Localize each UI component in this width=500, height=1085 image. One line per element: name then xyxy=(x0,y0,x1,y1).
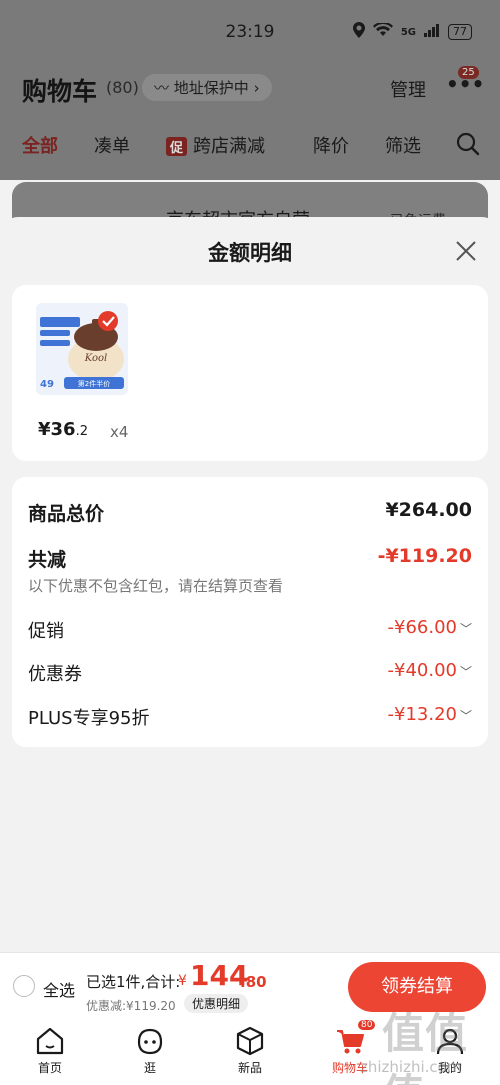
nav-home-label: 首页 xyxy=(37,1061,62,1075)
face-icon xyxy=(137,1028,163,1055)
cart-count: (80) xyxy=(106,78,139,97)
plus-discount-label: PLUS专享95折 xyxy=(28,708,150,729)
status-bar: 23:19 5G 77 xyxy=(0,0,500,62)
product-price: ¥36.2 xyxy=(38,419,88,440)
product-image-price: 49 xyxy=(40,379,54,390)
plus-discount-value: -¥13.20 xyxy=(387,704,457,725)
total-price-label: 商品总价 xyxy=(28,503,105,525)
total-currency: ¥ xyxy=(178,973,187,989)
product-card: 第2件半价 Kool 49 ¥36.2 x4 xyxy=(12,285,488,461)
coupon-value: -¥40.00 xyxy=(387,660,457,681)
product-image-promo: 第2件半价 xyxy=(78,379,110,388)
product-quantity: x4 xyxy=(110,423,129,441)
product-image-brand: Kool xyxy=(84,353,107,364)
total-price-value: ¥264.00 xyxy=(385,499,472,521)
plus-discount-value-wrap: -¥13.20 ﹀ xyxy=(388,704,473,725)
tab-bundle[interactable]: 凑单 xyxy=(94,132,130,158)
selected-count: 已选1件,合计: xyxy=(86,973,181,991)
total-reduce-label: 共减 xyxy=(28,549,67,571)
promo-label: 促销 xyxy=(28,621,64,642)
cart-header: 购物车 (80) 〰 地址保护中 › 管理 ••• 25 全部 凑单 促跨店满减… xyxy=(0,62,500,180)
chevron-down-icon: ﹀ xyxy=(459,622,472,636)
discount-detail-button[interactable]: 优惠明细 xyxy=(184,994,249,1013)
total-reduce-value: -¥119.20 xyxy=(377,545,472,567)
close-icon[interactable] xyxy=(454,239,480,265)
home-icon xyxy=(36,1027,64,1055)
nav-explore-label: 逛 xyxy=(143,1061,156,1075)
chevron-down-icon: ﹀ xyxy=(459,709,472,723)
search-icon[interactable] xyxy=(456,132,480,156)
tab-cross-store[interactable]: 促跨店满减 xyxy=(166,132,265,158)
chevron-down-icon: ﹀ xyxy=(459,665,472,679)
select-all-label[interactable]: 全选 xyxy=(43,977,75,1001)
price-breakdown-card: 商品总价 ¥264.00 共减 -¥119.20 以下优惠不包含红包，请在结算页… xyxy=(12,477,488,747)
discount-summary: 优惠减:¥119.20 xyxy=(86,999,176,1013)
nav-new-label: 新品 xyxy=(237,1061,262,1075)
manage-button[interactable]: 管理 xyxy=(390,76,426,102)
signal-label: 5G xyxy=(400,26,416,38)
cart-icon xyxy=(337,1030,364,1054)
wifi-icon xyxy=(372,21,393,41)
chevron-right-icon: › xyxy=(253,79,260,97)
filter-tabs: 全部 凑单 促跨店满减 降价 筛选 xyxy=(0,132,500,162)
nav-new[interactable]: 新品 xyxy=(220,1026,280,1076)
cart-badge: 80 xyxy=(358,1020,376,1030)
tab-filter[interactable]: 筛选 xyxy=(385,132,421,158)
address-protect-chip[interactable]: 〰 地址保护中 › xyxy=(142,74,272,101)
product-price-int: ¥36 xyxy=(38,419,76,440)
coupon-value-wrap: -¥40.00 ﹀ xyxy=(388,660,473,681)
promo-tag: 促 xyxy=(166,137,188,156)
box-icon xyxy=(236,1026,264,1056)
product-image[interactable]: 第2件半价 Kool 49 xyxy=(36,303,128,395)
message-badge: 25 xyxy=(458,66,479,79)
tab-price-drop[interactable]: 降价 xyxy=(313,132,349,158)
amount-detail-sheet: 金额明细 第2件半价 Kool 49 ¥36.2 x4 商品总价 ¥264.00… xyxy=(0,217,500,952)
promo-value: -¥66.00 xyxy=(387,617,457,638)
nav-home[interactable]: 首页 xyxy=(20,1026,80,1076)
shield-icon: 〰 xyxy=(154,79,174,97)
select-all-checkbox[interactable] xyxy=(13,975,35,997)
page-title: 购物车 xyxy=(22,77,98,106)
battery-icon: 77 xyxy=(448,24,472,40)
promo-value-wrap: -¥66.00 ﹀ xyxy=(388,617,473,638)
nav-explore[interactable]: 逛 xyxy=(120,1026,180,1076)
tab-cross-store-label: 跨店满减 xyxy=(193,136,266,157)
sheet-title: 金额明细 xyxy=(208,241,292,265)
signal-icon xyxy=(424,23,440,41)
location-icon xyxy=(352,22,365,42)
product-price-dec: .2 xyxy=(75,424,88,439)
reduce-note: 以下优惠不包含红包，请在结算页查看 xyxy=(28,577,284,595)
status-icons: 5G 77 xyxy=(352,21,472,42)
address-protect-label: 地址保护中 xyxy=(173,79,249,97)
total-amount-dec: .80 xyxy=(240,973,267,991)
tab-all[interactable]: 全部 xyxy=(22,132,58,158)
coupon-label: 优惠券 xyxy=(28,664,82,685)
watermark-url: zhizhizhi.com xyxy=(360,1058,462,1076)
